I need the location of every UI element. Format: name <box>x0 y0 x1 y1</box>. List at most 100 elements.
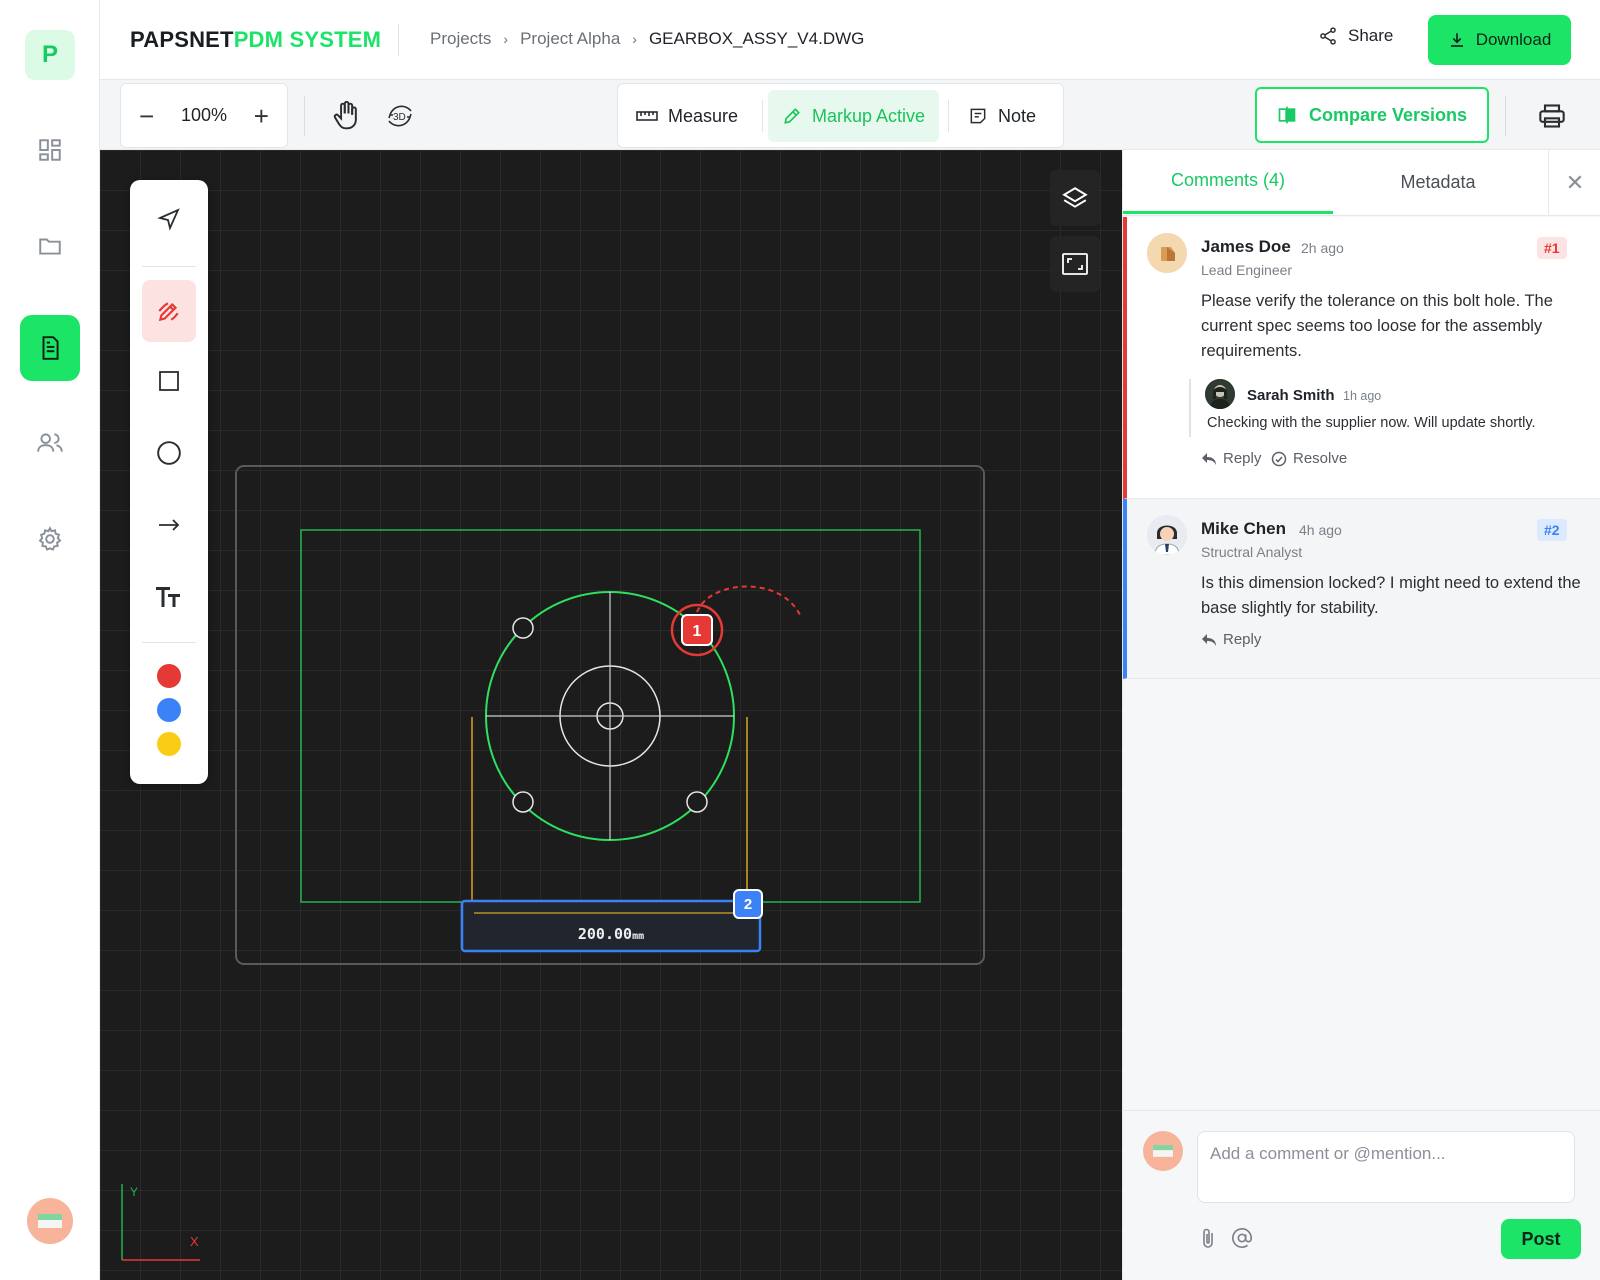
printer-icon <box>1539 104 1565 128</box>
note-mode-button[interactable]: Note <box>954 90 1050 142</box>
comment-body: Please verify the tolerance on this bolt… <box>1201 292 1553 360</box>
zoom-control: − 100% + <box>120 83 288 148</box>
mention-button[interactable] <box>1227 1223 1257 1253</box>
drawing-canvas[interactable]: 200.00mm 2 1 Y X <box>100 150 1122 1280</box>
nav-files[interactable] <box>20 213 80 279</box>
toolbar-divider <box>1505 96 1506 136</box>
top-header: PAPSNETPDM SYSTEM Projects › Project Alp… <box>100 0 1600 80</box>
comment-role: Lead Engineer <box>1201 262 1293 278</box>
post-comment-button[interactable]: Post <box>1501 1219 1581 1259</box>
rectangle-tool-button[interactable] <box>142 350 196 412</box>
avatar <box>1147 233 1187 273</box>
layers-icon <box>1062 187 1088 208</box>
nav-documents[interactable] <box>20 315 80 381</box>
download-button[interactable]: Download <box>1428 15 1571 65</box>
fit-screen-icon <box>1062 253 1088 275</box>
note-icon <box>970 108 986 124</box>
tab-metadata[interactable]: Metadata <box>1333 150 1543 214</box>
color-swatch-yellow[interactable] <box>157 732 181 756</box>
chevron-right-icon: › <box>503 31 509 47</box>
layers-button[interactable] <box>1050 170 1100 226</box>
reply-button[interactable]: Reply <box>1201 450 1261 467</box>
reply-button[interactable]: Reply <box>1201 631 1261 648</box>
bolt-hole <box>512 617 534 639</box>
y-axis-label: Y <box>130 1185 138 1199</box>
comment-author: Mike Chen <box>1201 519 1287 538</box>
arrow-icon <box>159 519 180 531</box>
text-icon <box>156 587 180 607</box>
select-icon <box>157 208 180 231</box>
at-sign-icon <box>1232 1228 1252 1248</box>
current-user-avatar <box>1143 1131 1183 1171</box>
zoom-out-button[interactable]: − <box>139 103 154 129</box>
reply-icon <box>1202 633 1216 646</box>
zoom-in-button[interactable]: + <box>254 103 269 129</box>
close-panel-button[interactable]: ✕ <box>1548 150 1600 216</box>
attach-button[interactable] <box>1193 1223 1223 1253</box>
document-icon <box>42 336 59 360</box>
cad-drawing: 200.00mm 2 1 Y X <box>121 465 985 1261</box>
pen-markup-tool-button[interactable] <box>142 280 196 342</box>
rotate-3d-button[interactable]: 3D <box>378 94 422 138</box>
user-avatar[interactable] <box>27 1198 73 1244</box>
share-button[interactable]: Share <box>1318 26 1393 46</box>
download-icon <box>1450 33 1463 47</box>
arrow-tool-button[interactable] <box>142 494 196 556</box>
comment-role: Structral Analyst <box>1201 544 1303 560</box>
color-swatch-blue[interactable] <box>157 698 181 722</box>
comment-author: James Doe <box>1201 237 1291 256</box>
app-logo[interactable]: P <box>25 30 75 80</box>
dashboard-icon <box>39 139 61 161</box>
palette-divider <box>142 642 196 643</box>
reply-author: Sarah Smith <box>1247 387 1335 404</box>
comment-thread-1: James Doe 2h ago Lead Engineer #1 Please… <box>1123 217 1600 499</box>
circle-tool-button[interactable] <box>142 422 196 484</box>
compare-versions-button[interactable]: Compare Versions <box>1255 87 1489 143</box>
markup-mode-button[interactable]: Markup Active <box>768 90 940 142</box>
reply-time: 1h ago <box>1343 389 1382 403</box>
comment-input[interactable] <box>1197 1131 1575 1203</box>
users-icon <box>37 433 63 452</box>
select-tool-button[interactable] <box>142 188 196 250</box>
breadcrumb-projects[interactable]: Projects <box>430 29 491 49</box>
color-swatch-red[interactable] <box>157 664 181 688</box>
marker-2-label: 2 <box>744 896 752 913</box>
print-button[interactable] <box>1530 94 1574 138</box>
mode-divider <box>762 100 763 132</box>
bolt-hole <box>686 791 708 813</box>
zoom-level: 100% <box>180 105 228 125</box>
mode-selector: Measure Markup Active Note <box>617 83 1064 148</box>
fit-to-screen-button[interactable] <box>1050 236 1100 292</box>
compare-icon <box>1278 106 1296 124</box>
pan-tool-button[interactable] <box>324 94 368 138</box>
pen-markup-icon <box>158 302 179 322</box>
comments-panel: Comments (4) Metadata ✕ James Doe 2h ago… <box>1122 150 1600 1280</box>
nav-team[interactable] <box>20 410 80 476</box>
rectangle-icon <box>159 371 179 391</box>
breadcrumb-current-file: GEARBOX_ASSY_V4.DWG <box>648 29 865 48</box>
gear-icon <box>38 526 62 551</box>
nav-settings[interactable] <box>20 506 80 572</box>
share-icon <box>1320 27 1336 45</box>
breadcrumb: Projects › Project Alpha › GEARBOX_ASSY_… <box>430 29 864 49</box>
tab-comments[interactable]: Comments (4) <box>1123 150 1333 214</box>
comment-marker-badge[interactable]: #2 <box>1537 519 1567 541</box>
comment-thread-2: Mike Chen 4h ago Structral Analyst #2 Is… <box>1123 499 1600 679</box>
header-divider <box>398 24 399 56</box>
measure-mode-button[interactable]: Measure <box>622 90 752 142</box>
comment-marker-badge[interactable]: #1 <box>1537 237 1567 259</box>
resolve-button[interactable]: Resolve <box>1271 450 1347 467</box>
circle-icon <box>157 441 181 465</box>
text-tool-button[interactable] <box>142 566 196 628</box>
close-icon: ✕ <box>1565 170 1585 195</box>
hand-icon <box>333 100 357 130</box>
comment-composer: Post <box>1123 1110 1600 1280</box>
breadcrumb-project-alpha[interactable]: Project Alpha <box>520 29 620 49</box>
rotate-3d-icon: 3D <box>388 105 412 127</box>
reply-body: Checking with the supplier now. Will upd… <box>1207 415 1536 431</box>
reply-thread: Sarah Smith 1h ago Checking with the sup… <box>1189 379 1579 437</box>
nav-dashboard[interactable] <box>20 117 80 183</box>
toolbar-divider <box>304 96 305 136</box>
avatar <box>1147 515 1187 555</box>
left-rail: P <box>0 0 100 1280</box>
